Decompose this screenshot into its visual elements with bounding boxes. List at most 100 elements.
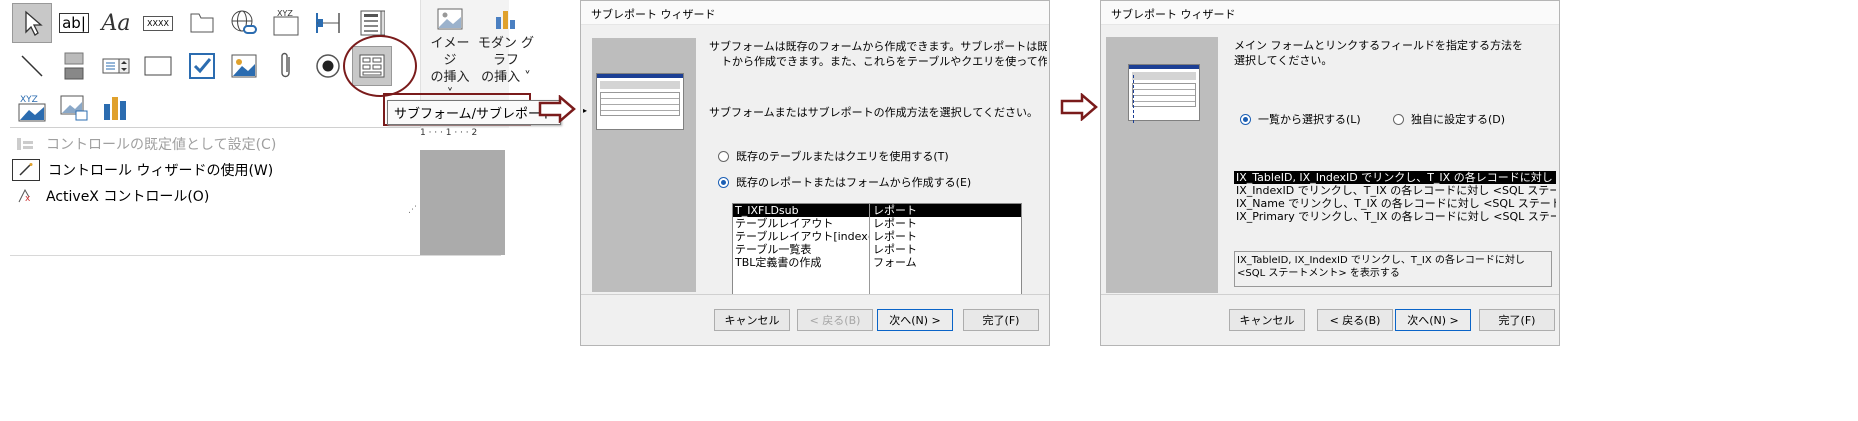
insert-image-button[interactable]: イメージ の挿入 ˅ [428,8,472,103]
radio-indicator [1393,113,1404,125]
back-button[interactable]: < 戻る(B) [797,309,873,331]
image-insert-icon [437,8,463,30]
wizard-description: メイン フォームとリンクするフィールドを指定する方法を 選択してください。 [1234,38,1556,68]
resize-grip-icon[interactable]: ⋰ [408,205,417,215]
chart-icon: XYZ [18,95,46,122]
rectangle-tool[interactable] [138,46,178,86]
item-name: テーブルレイアウト [733,217,870,230]
cancel-button[interactable]: キャンセル [1229,309,1305,331]
gallery-separator [10,127,420,128]
modern-graph-button[interactable]: モダン グラフ の挿入 ˅ [476,8,536,86]
radio-use-table-query[interactable]: 既存のテーブルまたはクエリを使用する(T) [718,148,949,164]
attachment-tool[interactable] [266,46,306,86]
menu-activex-label: ActiveX コントロール(O) [46,189,210,205]
highlight-ellipse [343,35,417,97]
line-tool[interactable] [12,46,52,86]
navigation-tool[interactable] [308,3,348,43]
textbox-icon: ab| [59,13,89,33]
item-name: TBL定義書の作成 [733,256,870,269]
select-tool[interactable] [12,3,52,43]
radio-indicator [718,150,729,162]
modern-graph-label-1: モダン グラフ [477,36,535,68]
web-browser-icon: XYZ [273,9,299,36]
item-type: レポート [873,204,917,217]
item-type: レポート [873,217,917,230]
set-default-icon [12,134,38,154]
description-line-2: トから作成できます。また、これらをテーブルやクエリを使って作成することもで [721,55,1047,68]
list-item[interactable]: IX_IndexID でリンクし、T_IX の各レコードに対し <SQL ステー… [1234,184,1556,197]
wizard-preview-pane [1106,37,1218,293]
insert-page-break-icon [64,52,84,80]
next-button[interactable]: 次へ(N) > [877,309,953,331]
next-button[interactable]: 次へ(N) > [1395,309,1471,331]
radio-indicator [718,176,729,188]
activex-icon: x [12,186,38,206]
ruler-ticks: 1 · · · 1 · · · 2 [420,128,478,138]
insert-image-label-1: イメージ [430,36,470,68]
modern-graph-label-2: の挿入 ˅ [481,70,531,85]
option-button-tool[interactable] [308,46,348,86]
combobox-icon [102,58,130,74]
link-preview-icon [1128,64,1200,121]
button-icon: XXXX [143,15,173,31]
bar-chart-tool[interactable] [96,88,136,128]
image-tool[interactable] [224,46,264,86]
finish-button[interactable]: 完了(F) [963,309,1039,331]
radio-from-report-form[interactable]: 既存のレポートまたはフォームから作成する(E) [718,174,971,190]
list-item[interactable]: テーブルレイアウト レポート [733,217,1021,230]
subreport-wizard-dialog-2: サブレポート ウィザード メイン フォームとリンクするフィールドを指定する方法を… [1100,0,1560,346]
textbox-tool[interactable]: ab| [54,3,94,43]
checkbox-tool[interactable] [182,46,222,86]
radio-select-from-list[interactable]: 一覧から選択する(L) [1240,111,1361,127]
wizard-preview-pane [592,38,696,292]
radio-label: 一覧から選択する(L) [1258,113,1361,126]
list-item[interactable]: IX_Primary でリンクし、T_IX の各レコードに対し <SQL ステー… [1234,210,1556,223]
link-field-list[interactable]: IX_TableID, IX_IndexID でリンクし、T_IX の各レコード… [1234,171,1556,223]
list-item[interactable]: テーブルレイアウト[indexのみレポート [733,230,1021,243]
hyperlink-tool[interactable] [224,3,264,43]
unbound-object-tool[interactable] [54,88,94,128]
tab-control-icon [190,13,214,33]
finish-button[interactable]: 完了(F) [1479,309,1555,331]
detail-line-2: <SQL ステートメント> を表示する [1237,268,1400,279]
item-type: レポート [873,230,917,243]
bar-chart-icon [104,97,126,120]
description-line-1: サブフォームは既存のフォームから作成できます。サブレポートは既存のフォーム [709,40,1047,53]
unbound-object-icon [60,95,88,121]
navigation-icon [316,13,340,33]
dialog-footer: キャンセル < 戻る(B) 次へ(N) > 完了(F) [1101,294,1559,345]
list-item[interactable]: テーブル一覧表 レポート [733,243,1021,256]
chart-tool[interactable]: XYZ [12,88,52,128]
menu-activex[interactable]: x ActiveX コントロール(O) [12,183,209,209]
subform-preview-icon [596,73,684,130]
page-break-tool[interactable] [54,46,94,86]
hyperlink-icon [231,10,257,34]
back-button[interactable]: < 戻る(B) [1317,309,1393,331]
radio-indicator [1240,113,1251,125]
button-tool[interactable]: XXXX [138,3,178,43]
web-browser-tool[interactable]: XYZ [266,3,306,43]
list-item[interactable]: TBL定義書の作成 フォーム [733,256,1021,269]
dialog-title: サブレポート ウィザード [1101,1,1559,25]
checkbox-icon [189,53,215,79]
menu-use-wizard[interactable]: コントロール ウィザードの使用(W) [12,157,273,183]
menu-set-default[interactable]: コントロールの既定値として設定(C) [12,131,276,157]
combobox-tool[interactable] [96,46,136,86]
tab-control-tool[interactable] [182,3,222,43]
option-button-icon [316,54,340,78]
subform-tooltip: サブフォーム/サブレポート [387,100,561,125]
report-form-listbox[interactable]: T_IXFLDsub レポート テーブルレイアウト レポート テーブルレイアウト[i… [732,203,1022,304]
cancel-button[interactable]: キャンセル [714,309,790,331]
pointer-marker-icon: ▸ [583,106,588,115]
label-tool[interactable]: Aa [96,3,136,43]
modern-graph-icon [496,11,515,29]
list-item[interactable]: IX_TableID, IX_IndexID でリンクし、T_IX の各レコード… [1234,171,1556,184]
list-item[interactable]: T_IXFLDsub レポート [733,204,1021,217]
design-surface [420,150,505,255]
radio-custom-define[interactable]: 独自に設定する(D) [1393,111,1505,127]
list-item[interactable]: IX_Name でリンクし、T_IX の各レコードに対し <SQL ステートメン [1234,197,1556,210]
menu-set-default-label: コントロールの既定値として設定(C) [46,137,277,153]
item-type: レポート [873,243,917,256]
ruler: 1 · · · 1 · · · 2 [420,128,505,151]
option-group-icon [360,10,385,36]
